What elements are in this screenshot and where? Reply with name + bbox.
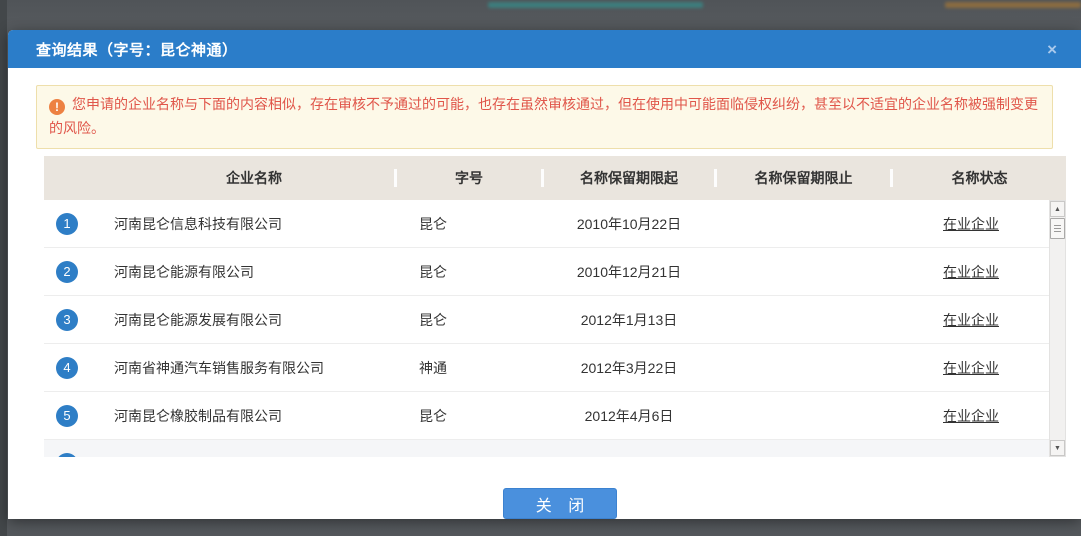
row-number-badge: 3: [56, 309, 78, 331]
trade-name: 神通: [397, 358, 541, 378]
status-cell: 在业企业: [893, 310, 1049, 330]
table-row: 1 河南昆仑信息科技有限公司昆仑2010年10月22日 在业企业: [44, 200, 1049, 248]
table-row-partial: 6: [44, 440, 1049, 457]
trade-name: 昆仑: [397, 262, 541, 282]
warning-text: 您申请的企业名称与下面的内容相似，存在审核不予通过的可能，也存在虽然审核通过，但…: [49, 96, 1038, 136]
table-row: 5 河南昆仑橡胶制品有限公司昆仑2012年4月6日 在业企业: [44, 392, 1049, 440]
reserve-start-date: 2010年12月21日: [544, 262, 714, 282]
trade-name: 昆仑: [397, 406, 541, 426]
row-number-badge: 1: [56, 213, 78, 235]
row-number-badge: 2: [56, 261, 78, 283]
row-number-badge: 6: [56, 453, 78, 457]
scrollbar-down-arrow-icon[interactable]: ▼: [1050, 440, 1065, 456]
modal-header: 查询结果（字号：昆仑神通） ×: [8, 30, 1081, 68]
status-link[interactable]: 在业企业: [943, 312, 999, 328]
reserve-start-date: 2012年3月22日: [544, 358, 714, 378]
row-number-cell: 6: [44, 453, 114, 457]
trade-name: 昆仑: [397, 310, 541, 330]
company-name: 河南昆仑能源发展有限公司: [114, 310, 394, 330]
header-reserve-start: 名称保留期限起: [544, 168, 714, 188]
status-cell: 在业企业: [893, 358, 1049, 378]
company-name: 河南昆仑橡胶制品有限公司: [114, 406, 394, 426]
scrollbar-up-arrow-icon[interactable]: ▲: [1050, 201, 1065, 217]
company-name: 河南昆仑能源有限公司: [114, 262, 394, 282]
close-icon[interactable]: ×: [1043, 39, 1061, 60]
status-cell: 在业企业: [893, 214, 1049, 234]
header-status: 名称状态: [893, 168, 1066, 188]
reserve-start-date: 2012年4月6日: [544, 406, 714, 426]
status-link[interactable]: 在业企业: [943, 360, 999, 376]
table-row: 2 河南昆仑能源有限公司昆仑2010年12月21日 在业企业: [44, 248, 1049, 296]
trade-name: 昆仑: [397, 214, 541, 234]
table-row: 3 河南昆仑能源发展有限公司昆仑2012年1月13日 在业企业: [44, 296, 1049, 344]
header-reserve-end: 名称保留期限止: [717, 168, 890, 188]
reserve-start-date: 2010年10月22日: [544, 214, 714, 234]
table-row: 4 河南省神通汽车销售服务有限公司神通2012年3月22日 在业企业: [44, 344, 1049, 392]
status-cell: 在业企业: [893, 406, 1049, 426]
results-table: 企业名称 字号 名称保留期限起 名称保留期限止 名称状态 1 河南昆仑信息科技有限…: [44, 156, 1066, 457]
warning-exclamation-icon: !: [49, 99, 65, 115]
modal-title: 查询结果（字号：昆仑神通）: [36, 39, 238, 60]
row-number-badge: 4: [56, 357, 78, 379]
row-number-cell: 4: [44, 357, 114, 379]
status-link[interactable]: 在业企业: [943, 408, 999, 424]
table-scrollbar[interactable]: ▲ ▼: [1049, 200, 1066, 457]
header-trade-name: 字号: [397, 168, 541, 188]
row-number-badge: 5: [56, 405, 78, 427]
table-body: 1河南昆仑信息科技有限公司昆仑2010年10月22日在业企业2河南昆仑能源有限公…: [44, 200, 1049, 457]
dimmed-background-text: [488, 2, 703, 8]
status-link[interactable]: 在业企业: [943, 216, 999, 232]
row-number-cell: 2: [44, 261, 114, 283]
query-result-modal: 查询结果（字号：昆仑神通） × !您申请的企业名称与下面的内容相似，存在审核不予…: [8, 30, 1081, 519]
row-number-cell: 1: [44, 213, 114, 235]
header-company-name: 企业名称: [114, 168, 394, 188]
table-header-row: 企业名称 字号 名称保留期限起 名称保留期限止 名称状态: [44, 156, 1066, 200]
row-number-cell: 5: [44, 405, 114, 427]
row-number-cell: 3: [44, 309, 114, 331]
warning-banner: !您申请的企业名称与下面的内容相似，存在审核不予通过的可能，也存在虽然审核通过，…: [36, 85, 1053, 149]
status-link[interactable]: 在业企业: [943, 264, 999, 280]
reserve-start-date: 2012年1月13日: [544, 310, 714, 330]
dimmed-page-background: 查询结果（字号：昆仑神通） × !您申请的企业名称与下面的内容相似，存在审核不予…: [0, 0, 1081, 536]
status-cell: 在业企业: [893, 262, 1049, 282]
modal-body: !您申请的企业名称与下面的内容相似，存在审核不予通过的可能，也存在虽然审核通过，…: [8, 85, 1081, 536]
company-name: 河南昆仑信息科技有限公司: [114, 214, 394, 234]
scrollbar-thumb[interactable]: [1050, 218, 1065, 239]
company-name: 河南省神通汽车销售服务有限公司: [114, 358, 394, 378]
close-button[interactable]: 关 闭: [503, 488, 617, 519]
dimmed-background-text: [945, 2, 1081, 8]
